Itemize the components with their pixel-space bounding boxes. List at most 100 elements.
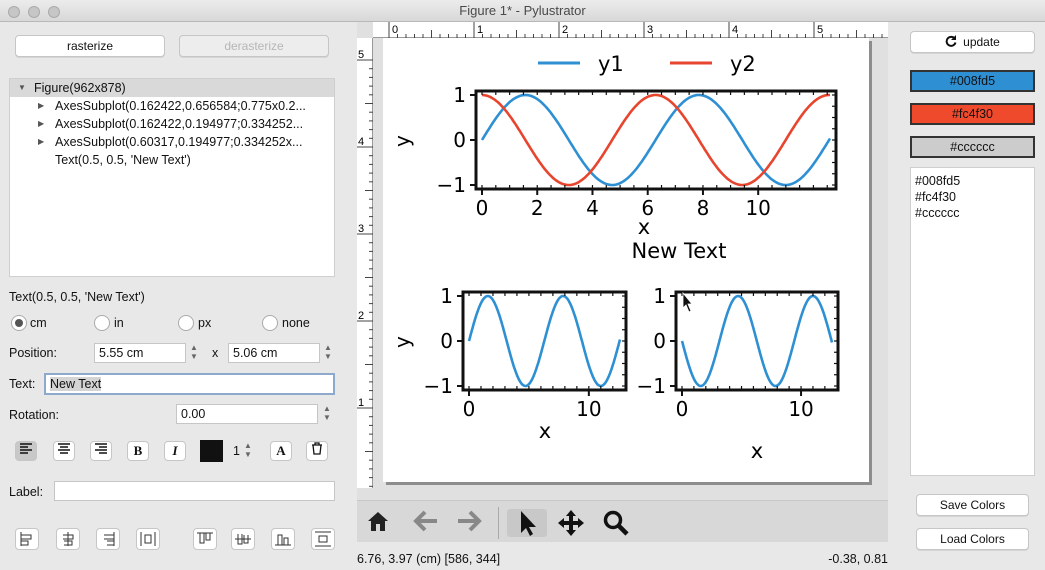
new-text-annotation[interactable]: New Text bbox=[632, 239, 727, 263]
font-a-icon: A bbox=[276, 443, 286, 458]
align-objects-left-button[interactable] bbox=[15, 528, 39, 550]
text-input-value: New Text bbox=[50, 377, 102, 391]
ruler-left-ticks: 5 4 3 2 1 bbox=[357, 49, 373, 513]
color-button-1[interactable]: #008fd5 bbox=[910, 70, 1035, 92]
ruler-left-label: 4 bbox=[358, 136, 364, 148]
align-objects-top-icon bbox=[197, 532, 213, 544]
unit-label-none: none bbox=[282, 316, 310, 330]
align-center-button[interactable] bbox=[53, 441, 75, 461]
position-x-stepper-icon[interactable]: ▲ ▼ bbox=[188, 343, 200, 363]
bottom-left-axes-xlabel: x bbox=[539, 419, 551, 443]
legend-y1-label: y1 bbox=[598, 52, 624, 76]
mouse-cursor-icon bbox=[682, 291, 693, 313]
element-tree[interactable]: ▼ Figure(962x878) ▶ AxesSubplot(0.162422… bbox=[9, 78, 335, 277]
position-y-field[interactable]: 5.06 cm bbox=[228, 343, 320, 363]
bold-button[interactable]: B bbox=[127, 441, 149, 461]
forward-button[interactable] bbox=[454, 509, 484, 537]
rasterize-button[interactable]: rasterize bbox=[15, 35, 165, 57]
back-arrow-icon bbox=[413, 510, 437, 532]
italic-button[interactable]: I bbox=[164, 441, 186, 461]
align-objects-center-icon bbox=[63, 532, 74, 546]
update-button[interactable]: update bbox=[910, 31, 1035, 53]
delete-button[interactable] bbox=[306, 441, 328, 461]
y-tick-label: −1 bbox=[424, 374, 453, 398]
align-left-button[interactable] bbox=[15, 441, 37, 461]
tree-item-axes-3[interactable]: ▶ AxesSubplot(0.60317,0.194977;0.334252x… bbox=[10, 133, 334, 151]
load-colors-button[interactable]: Load Colors bbox=[916, 528, 1029, 550]
rotation-field[interactable]: 0.00 bbox=[176, 404, 318, 424]
color-button-3[interactable]: #cccccc bbox=[910, 136, 1035, 158]
close-window-button[interactable] bbox=[8, 6, 20, 18]
expand-right-icon[interactable]: ▶ bbox=[38, 133, 44, 151]
tree-item-axes-2[interactable]: ▶ AxesSubplot(0.162422,0.194977;0.334252… bbox=[10, 115, 334, 133]
y-tick-label: 0 bbox=[453, 128, 466, 152]
position-x-field[interactable]: 5.55 cm bbox=[94, 343, 186, 363]
zoom-icon bbox=[603, 510, 629, 536]
rotation-stepper-icon[interactable]: ▲ ▼ bbox=[321, 404, 333, 424]
unit-label-in: in bbox=[114, 316, 124, 330]
align-objects-top-button[interactable] bbox=[193, 528, 217, 550]
font-size-value[interactable]: 1 bbox=[233, 444, 240, 458]
align-objects-center-button[interactable] bbox=[56, 528, 80, 550]
home-icon bbox=[368, 512, 388, 531]
align-left-icon bbox=[20, 443, 32, 454]
top-axes[interactable]: 0 2 4 6 8 1010−1 bbox=[437, 83, 838, 220]
tree-item-label: Text(0.5, 0.5, 'New Text') bbox=[55, 153, 191, 167]
font-color-swatch[interactable] bbox=[200, 440, 223, 462]
refresh-icon bbox=[945, 35, 957, 47]
tree-item-text[interactable]: Text(0.5, 0.5, 'New Text') bbox=[10, 151, 334, 169]
position-y-stepper-icon[interactable]: ▲ ▼ bbox=[322, 343, 334, 363]
pointer-button[interactable] bbox=[507, 509, 547, 537]
unit-radio-in[interactable] bbox=[94, 315, 110, 331]
figure-svg[interactable]: y1 y2 0 2 4 6 8 1010−1 y x New Text 0 1010−1 y… bbox=[383, 38, 869, 482]
align-right-button[interactable] bbox=[90, 441, 112, 461]
home-button[interactable] bbox=[363, 509, 393, 537]
font-size-stepper-icon[interactable]: ▲ ▼ bbox=[242, 441, 254, 461]
legend-y2-label: y2 bbox=[730, 52, 756, 76]
label-input[interactable] bbox=[54, 481, 335, 501]
align-objects-left-icon bbox=[20, 532, 32, 546]
align-objects-middle-button[interactable] bbox=[231, 528, 255, 550]
color-list-textarea[interactable]: #008fd5 #fc4f30 #cccccc bbox=[910, 167, 1035, 476]
move-button[interactable] bbox=[556, 509, 586, 537]
status-bar: 6.76, 3.97 (cm) [586, 344] -0.38, 0.81 bbox=[357, 550, 888, 568]
tree-item-figure[interactable]: ▼ Figure(962x878) bbox=[10, 79, 334, 97]
text-input[interactable]: New Text bbox=[44, 373, 335, 395]
back-button[interactable] bbox=[411, 509, 441, 537]
color-list-item: #cccccc bbox=[915, 206, 960, 220]
save-colors-button[interactable]: Save Colors bbox=[916, 494, 1029, 516]
align-objects-bottom-button[interactable] bbox=[271, 528, 295, 550]
distribute-horizontal-button[interactable] bbox=[136, 528, 160, 550]
tree-item-axes-1[interactable]: ▶ AxesSubplot(0.162422,0.656584;0.775x0.… bbox=[10, 97, 334, 115]
x-tick-label: 4 bbox=[586, 196, 599, 220]
color-button-2[interactable]: #fc4f30 bbox=[910, 103, 1035, 125]
distribute-vertical-icon bbox=[315, 531, 331, 547]
x-tick-label: 8 bbox=[697, 196, 710, 220]
expand-right-icon[interactable]: ▶ bbox=[38, 115, 44, 133]
figure-canvas[interactable]: y1 y2 0 2 4 6 8 10 1 0 −1 y x New Text 0 10 1 0 −1 y… bbox=[383, 38, 869, 482]
font-button[interactable]: A bbox=[270, 441, 292, 461]
bottom-left-axes[interactable]: 0 1010−1 bbox=[424, 284, 628, 421]
zoom-button[interactable] bbox=[601, 509, 631, 537]
x-tick-label: 10 bbox=[788, 397, 813, 421]
bottom-right-axes[interactable]: 0 1010−1 bbox=[637, 284, 840, 421]
zoom-window-button[interactable] bbox=[48, 6, 60, 18]
expand-right-icon[interactable]: ▶ bbox=[38, 97, 44, 115]
update-label: update bbox=[963, 35, 1000, 49]
ruler-left: 5 4 3 2 1 bbox=[357, 38, 373, 513]
bottom-right-axes-xlabel: x bbox=[751, 439, 763, 463]
y1-line bbox=[680, 294, 834, 388]
y-tick-label: −1 bbox=[437, 173, 466, 197]
unit-radio-px[interactable] bbox=[178, 315, 194, 331]
expand-down-icon[interactable]: ▼ bbox=[18, 79, 26, 97]
ruler-top-label: 2 bbox=[562, 24, 568, 36]
label-label: Label: bbox=[9, 485, 44, 499]
derasterize-button[interactable]: derasterize bbox=[179, 35, 329, 57]
unit-radio-none[interactable] bbox=[262, 315, 278, 331]
unit-radio-cm[interactable] bbox=[11, 315, 27, 331]
unit-label-cm: cm bbox=[30, 316, 47, 330]
minimize-window-button[interactable] bbox=[28, 6, 40, 18]
align-objects-right-button[interactable] bbox=[96, 528, 120, 550]
ruler-left-label: 2 bbox=[358, 310, 364, 322]
distribute-vertical-button[interactable] bbox=[311, 528, 335, 550]
